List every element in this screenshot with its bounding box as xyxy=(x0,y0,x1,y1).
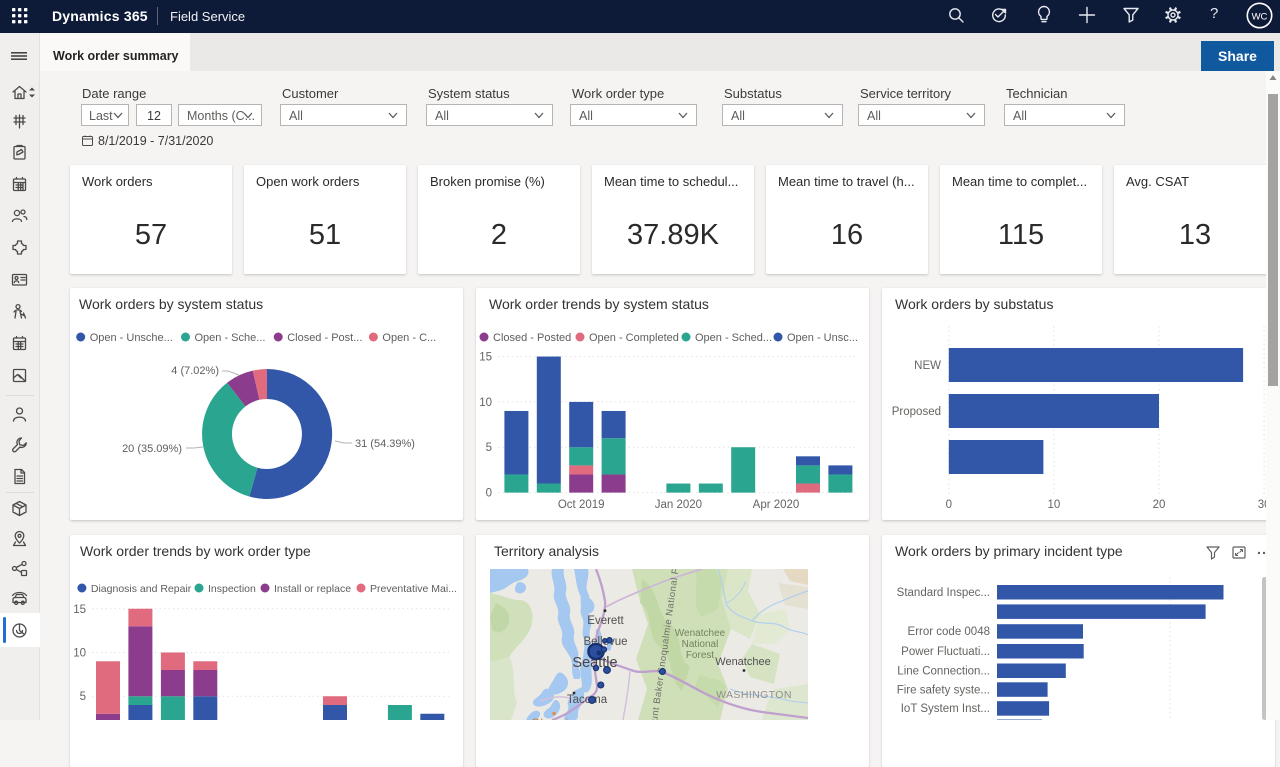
svg-text:IoT System Inst...: IoT System Inst... xyxy=(901,703,990,715)
svg-text:Inspection: Inspection xyxy=(208,583,256,595)
svg-text:Fire safety syste...: Fire safety syste... xyxy=(897,684,990,696)
svg-text:Wenatchee: Wenatchee xyxy=(715,656,770,668)
svg-text:20: 20 xyxy=(1153,499,1166,511)
svg-text:Proposed: Proposed xyxy=(892,406,941,418)
svg-text:Everett: Everett xyxy=(587,615,624,627)
svg-text:15: 15 xyxy=(73,604,86,616)
svg-text:Closed - Posted: Closed - Posted xyxy=(493,332,571,344)
svg-text:31 (54.39%): 31 (54.39%) xyxy=(355,438,415,450)
svg-text:4 (7.02%): 4 (7.02%) xyxy=(171,365,219,377)
svg-text:15: 15 xyxy=(479,352,492,364)
svg-text:Jan 2020: Jan 2020 xyxy=(655,499,702,511)
svg-text:10: 10 xyxy=(73,648,86,660)
svg-text:Error code 0048: Error code 0048 xyxy=(908,626,990,638)
svg-text:Preventative Mai...: Preventative Mai... xyxy=(370,583,457,595)
svg-text:20 (35.09%): 20 (35.09%) xyxy=(122,443,182,455)
svg-text:0: 0 xyxy=(946,499,952,511)
svg-text:10: 10 xyxy=(479,397,492,409)
svg-text:National: National xyxy=(682,639,719,650)
svg-text:Open - Unsc...: Open - Unsc... xyxy=(787,332,858,344)
svg-text:Wenatchee: Wenatchee xyxy=(675,628,726,639)
svg-text:Open - C...: Open - C... xyxy=(382,332,436,344)
svg-text:Install or replace: Install or replace xyxy=(274,583,351,595)
svg-text:10: 10 xyxy=(1048,499,1061,511)
svg-text:Oct 2019: Oct 2019 xyxy=(558,499,605,511)
svg-text:Closed - Post...: Closed - Post... xyxy=(287,332,362,344)
svg-text:Open - Sche...: Open - Sche... xyxy=(195,332,266,344)
svg-text:5: 5 xyxy=(80,691,86,703)
svg-text:Open - Unsche...: Open - Unsche... xyxy=(90,332,173,344)
svg-text:5: 5 xyxy=(486,442,492,454)
svg-text:WASHINGTON: WASHINGTON xyxy=(716,689,792,701)
svg-text:Apr 2020: Apr 2020 xyxy=(753,499,800,511)
svg-text:Tacoma: Tacoma xyxy=(567,694,608,706)
svg-text:Diagnosis and Repair: Diagnosis and Repair xyxy=(91,583,192,595)
svg-text:Standard Inspec...: Standard Inspec... xyxy=(897,587,990,599)
svg-text:NEW: NEW xyxy=(914,360,941,372)
svg-text:Open - Sched...: Open - Sched... xyxy=(695,332,772,344)
svg-text:0: 0 xyxy=(486,488,492,500)
svg-text:Line Connection...: Line Connection... xyxy=(897,666,990,678)
svg-text:Power Fluctuati...: Power Fluctuati... xyxy=(901,646,990,658)
svg-text:WC: WC xyxy=(1252,12,1268,23)
svg-text:Forest: Forest xyxy=(686,650,715,661)
svg-text:Open - Completed: Open - Completed xyxy=(589,332,679,344)
svg-text:Olympia: Olympia xyxy=(531,716,575,720)
